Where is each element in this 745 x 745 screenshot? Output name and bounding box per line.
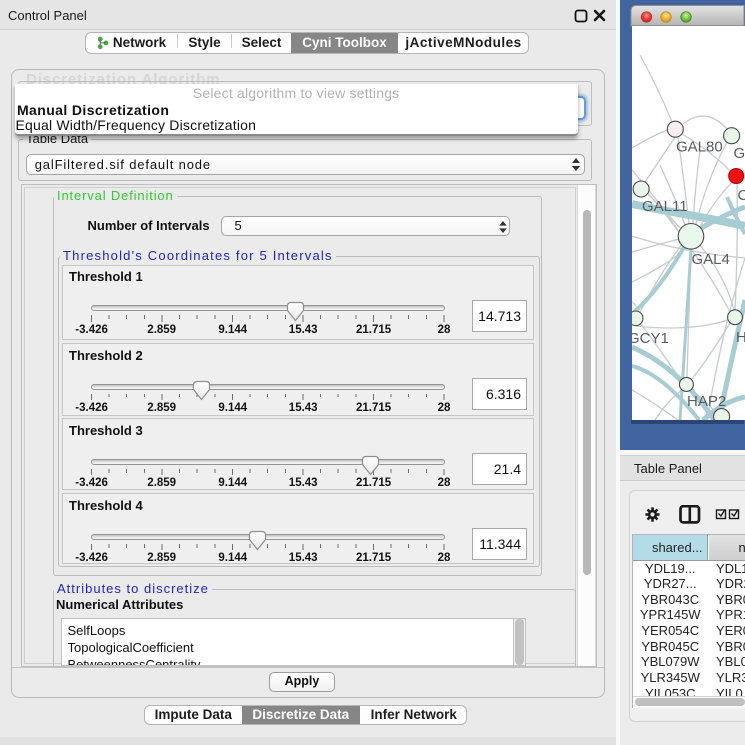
svg-text:H: H bbox=[736, 329, 745, 346]
svg-text:GAL80: GAL80 bbox=[676, 139, 723, 156]
svg-text:GA: GA bbox=[734, 145, 745, 162]
svg-text:CD: CD bbox=[738, 187, 745, 204]
svg-text:GCY1: GCY1 bbox=[632, 330, 669, 347]
svg-text:HAP2: HAP2 bbox=[687, 393, 726, 410]
svg-text:GAL4: GAL4 bbox=[692, 251, 730, 268]
svg-text:GAL11: GAL11 bbox=[642, 198, 688, 215]
